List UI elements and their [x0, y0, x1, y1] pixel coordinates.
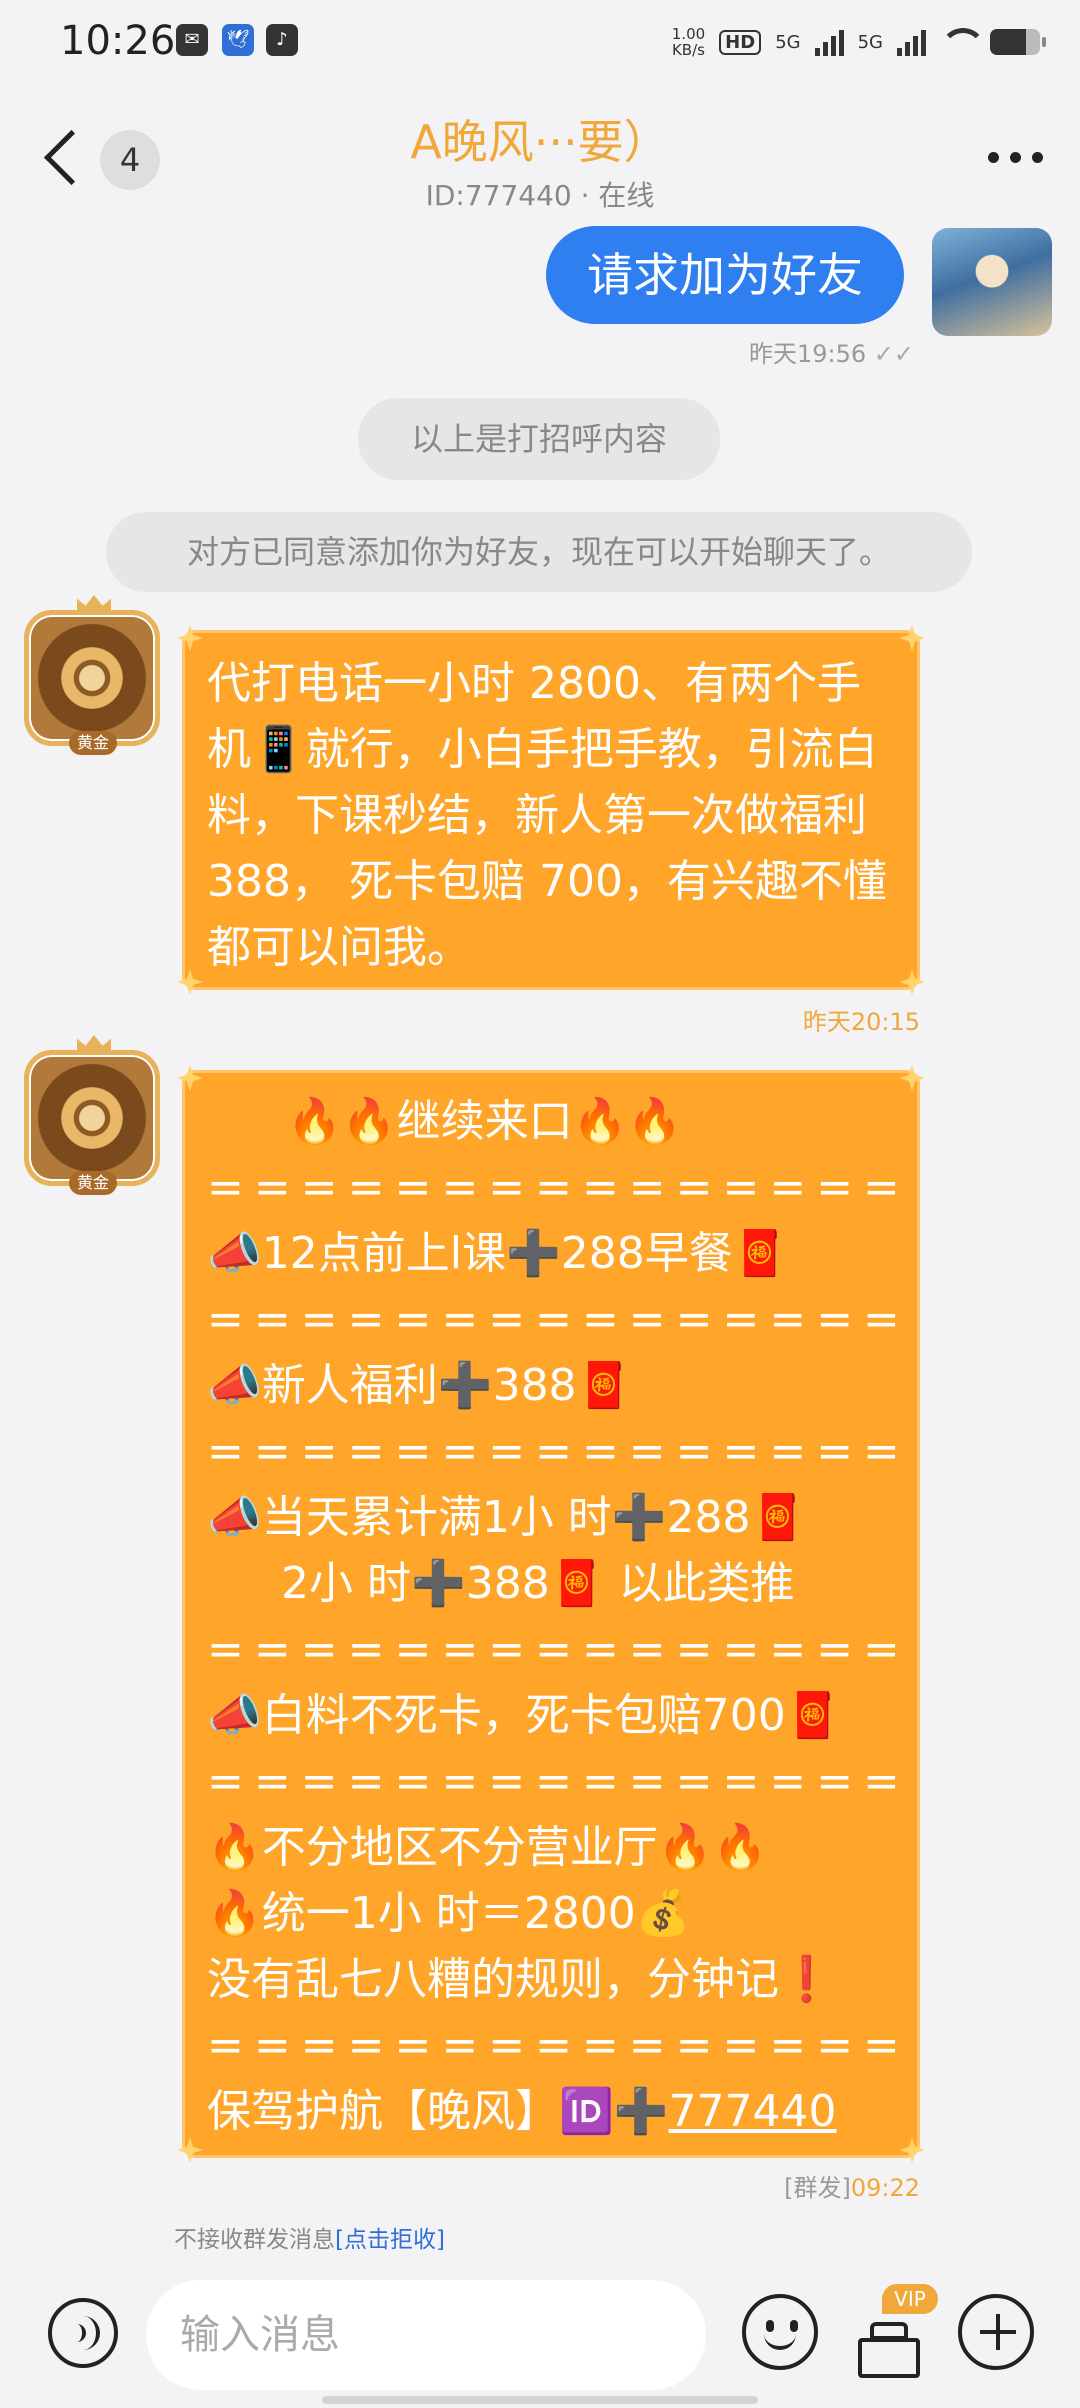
- chat-header: 4 A晚风···要） ID:777440 · 在线: [0, 84, 1080, 224]
- outgoing-message-bubble[interactable]: 请求加为好友: [546, 226, 904, 324]
- message-line: 🔥不分地区不分营业厅🔥🔥: [207, 1822, 768, 1873]
- chat-subtitle: ID:777440 · 在线: [425, 179, 655, 212]
- plus-icon[interactable]: [958, 2294, 1034, 2370]
- avatar-rank-tag: 黄金: [69, 731, 117, 755]
- message-line: 📣白料不死卡，死卡包赔700🧧: [207, 1690, 841, 1741]
- message-line: 2小 时➕388🧧 以此类推: [281, 1558, 795, 1609]
- chat-title[interactable]: A晚风···要）: [0, 106, 1080, 172]
- signal-icon: [814, 28, 844, 56]
- voice-icon[interactable]: [48, 2298, 118, 2368]
- message-line-prefix: 保驾护航【晚风】🆔➕: [207, 2086, 669, 2137]
- system-message: 对方已同意添加你为好友，现在可以开始聊天了。: [106, 512, 972, 592]
- group-send-tag: [群发]: [784, 2174, 851, 2202]
- star-corner-icon: [899, 625, 925, 651]
- group-message-notice: 不接收群发消息[点击拒收]: [174, 2220, 445, 2254]
- wifi-icon: [940, 28, 986, 56]
- outgoing-message-time: 昨天19:56 ✓✓: [748, 340, 914, 368]
- vip-badge: VIP: [882, 2284, 938, 2314]
- separator-line: ================: [207, 1426, 895, 1477]
- separator-line: ================: [207, 1294, 895, 1345]
- message-line: 🔥统一1小 时＝2800💰: [207, 1888, 691, 1939]
- emoji-icon[interactable]: [742, 2294, 818, 2370]
- star-corner-icon: [177, 2137, 203, 2163]
- star-corner-icon: [899, 2137, 925, 2163]
- contact-avatar[interactable]: 黄金: [24, 595, 160, 755]
- message-time: 09:22: [850, 2174, 920, 2202]
- more-icon[interactable]: [980, 142, 1050, 172]
- crown-icon: [77, 595, 111, 613]
- my-avatar[interactable]: [932, 228, 1052, 336]
- battery-icon: [990, 29, 1046, 55]
- contact-avatar[interactable]: 黄金: [24, 1035, 160, 1195]
- incoming-message-bubble[interactable]: 🔥🔥继续来口🔥🔥 ================ 📣12点前上l课➕288早餐…: [177, 1065, 925, 2163]
- crown-icon: [77, 1035, 111, 1053]
- message-line: 🔥🔥继续来口🔥🔥: [287, 1096, 683, 1147]
- home-indicator[interactable]: [322, 2396, 758, 2404]
- tiktok-icon: ♪: [266, 24, 298, 56]
- mail-icon: ✉: [176, 24, 208, 56]
- star-corner-icon: [177, 1065, 203, 1091]
- separator-line: ================: [207, 2020, 895, 2071]
- separator-line: ================: [207, 1624, 895, 1675]
- message-line: 📣12点前上l课➕288早餐🧧: [207, 1228, 788, 1279]
- message-line: 📣新人福利➕388🧧: [207, 1360, 632, 1411]
- net-speed: 1.00 KB/s: [671, 25, 706, 59]
- message-line: 📣当天累计满1小 时➕288🧧: [207, 1492, 806, 1543]
- bird-icon: 🕊: [222, 24, 254, 56]
- star-corner-icon: [899, 1065, 925, 1091]
- status-bar: 10:26 ✉ 🕊 ♪ 1.00 KB/s HD 5G 5G: [0, 0, 1080, 84]
- signal-icon-2: [897, 28, 926, 56]
- input-bar: 输入消息 VIP: [0, 2250, 1080, 2408]
- avatar-rank-tag: 黄金: [69, 1171, 117, 1195]
- sim1-label: 5G: [775, 31, 801, 53]
- star-corner-icon: [177, 969, 203, 995]
- message-line: 没有乱七八糟的规则，分钟记❗: [207, 1954, 834, 2005]
- separator-line: ================: [207, 1162, 895, 1213]
- star-corner-icon: [899, 969, 925, 995]
- hd-icon: HD: [719, 29, 762, 55]
- message-input[interactable]: 输入消息: [146, 2280, 706, 2390]
- message-input-placeholder: 输入消息: [180, 2312, 340, 2358]
- read-check-icon: ✓✓: [873, 340, 914, 368]
- sim2-label: 5G: [857, 31, 883, 53]
- contact-id-link[interactable]: 777440: [669, 2086, 837, 2137]
- system-message: 以上是打招呼内容: [358, 398, 720, 480]
- incoming-message-time: [群发]09:22: [784, 2168, 920, 2203]
- separator-line: ================: [207, 1756, 895, 1807]
- incoming-message-time: 昨天20:15: [802, 1008, 920, 1036]
- star-corner-icon: [177, 625, 203, 651]
- incoming-message-bubble[interactable]: 代打电话一小时 2800、有两个手机📱就行，小白手把手教，引流白料，下课秒结，新…: [177, 625, 925, 995]
- status-time: 10:26: [60, 18, 176, 64]
- message-line: 保驾护航【晚风】🆔➕777440: [207, 2079, 895, 2145]
- status-indicators: 1.00 KB/s HD 5G 5G: [671, 22, 1046, 62]
- broom-icon[interactable]: VIP: [848, 2284, 938, 2378]
- message-text: 代打电话一小时 2800、有两个手机📱就行，小白手把手教，引流白料，下课秒结，新…: [207, 658, 887, 973]
